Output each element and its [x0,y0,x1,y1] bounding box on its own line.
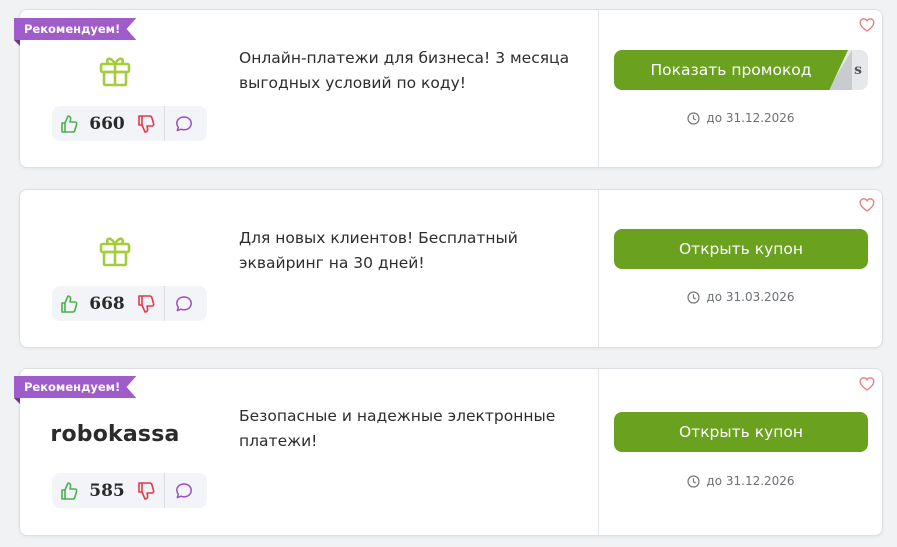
vote-count: 668 [89,293,125,314]
comments-button[interactable] [165,473,203,508]
store-logo[interactable] [20,50,210,90]
thumbs-up-icon [61,114,78,133]
expiry-info: до 31.12.2026 [614,111,868,125]
clock-icon [687,111,701,125]
coupon-card: Рекомендуем! 660 Онлайн-платежи для бизн… [14,9,883,168]
column-divider [598,10,599,167]
open-coupon-button[interactable]: Открыть купон [614,229,868,269]
comment-icon [176,295,192,311]
vote-panel: 668 [52,286,207,321]
coupon-list: Рекомендуем! 660 Онлайн-платежи для бизн… [0,0,897,547]
expiry-info: до 31.12.2026 [614,474,868,488]
comments-button[interactable] [165,286,203,321]
thumbs-up-icon [61,481,78,500]
recommended-ribbon: Рекомендуем! [14,376,137,398]
column-divider [598,190,599,347]
store-logo[interactable] [20,230,210,270]
coupon-description[interactable]: Онлайн-платежи для бизнеса! 3 месяца выг… [239,46,584,96]
open-coupon-button[interactable]: Открыть купон [614,412,868,452]
clock-icon [687,290,701,304]
expiry-date: до 31.12.2026 [706,474,795,488]
show-promocode-label: Показать промокод [614,50,848,90]
coupon-card: 668 Для новых клиентов! Бесплатный эквай… [19,189,883,348]
vote-panel: 585 [52,473,207,508]
dislike-button[interactable] [128,286,164,321]
coupon-description[interactable]: Для новых клиентов! Бесплатный эквайринг… [239,226,584,276]
store-logo[interactable]: robokassa [20,417,210,451]
like-button[interactable] [52,473,86,508]
dislike-button[interactable] [128,473,164,508]
show-promocode-button[interactable]: s Показать промокод [614,50,868,90]
expiry-date: до 31.03.2026 [706,290,795,304]
thumbs-down-icon [138,481,155,500]
vote-count: 585 [89,480,125,501]
recommended-ribbon: Рекомендуем! [14,18,137,40]
comment-icon [176,115,192,131]
thumbs-up-icon [61,294,78,313]
expiry-date: до 31.12.2026 [706,111,795,125]
vote-count: 660 [89,113,125,134]
gift-icon [99,237,131,267]
favorite-heart-icon[interactable] [859,197,875,213]
coupon-card: Рекомендуем! robokassa 585 Безопасные и … [14,368,883,536]
thumbs-down-icon [138,294,155,313]
like-button[interactable] [52,286,86,321]
comment-icon [176,482,192,498]
vote-panel: 660 [52,106,207,141]
favorite-heart-icon[interactable] [859,17,875,33]
gift-icon [99,57,131,87]
robokassa-logo: robokassa [50,421,180,447]
coupon-description[interactable]: Безопасные и надежные электронные платеж… [239,404,584,454]
favorite-heart-icon[interactable] [859,376,875,392]
clock-icon [687,474,701,488]
ribbon-fold [14,398,20,404]
like-button[interactable] [52,106,86,141]
comments-button[interactable] [165,106,203,141]
thumbs-down-icon [138,114,155,133]
expiry-info: до 31.03.2026 [614,290,868,304]
column-divider [598,369,599,535]
ribbon-fold [14,40,20,46]
dislike-button[interactable] [128,106,164,141]
